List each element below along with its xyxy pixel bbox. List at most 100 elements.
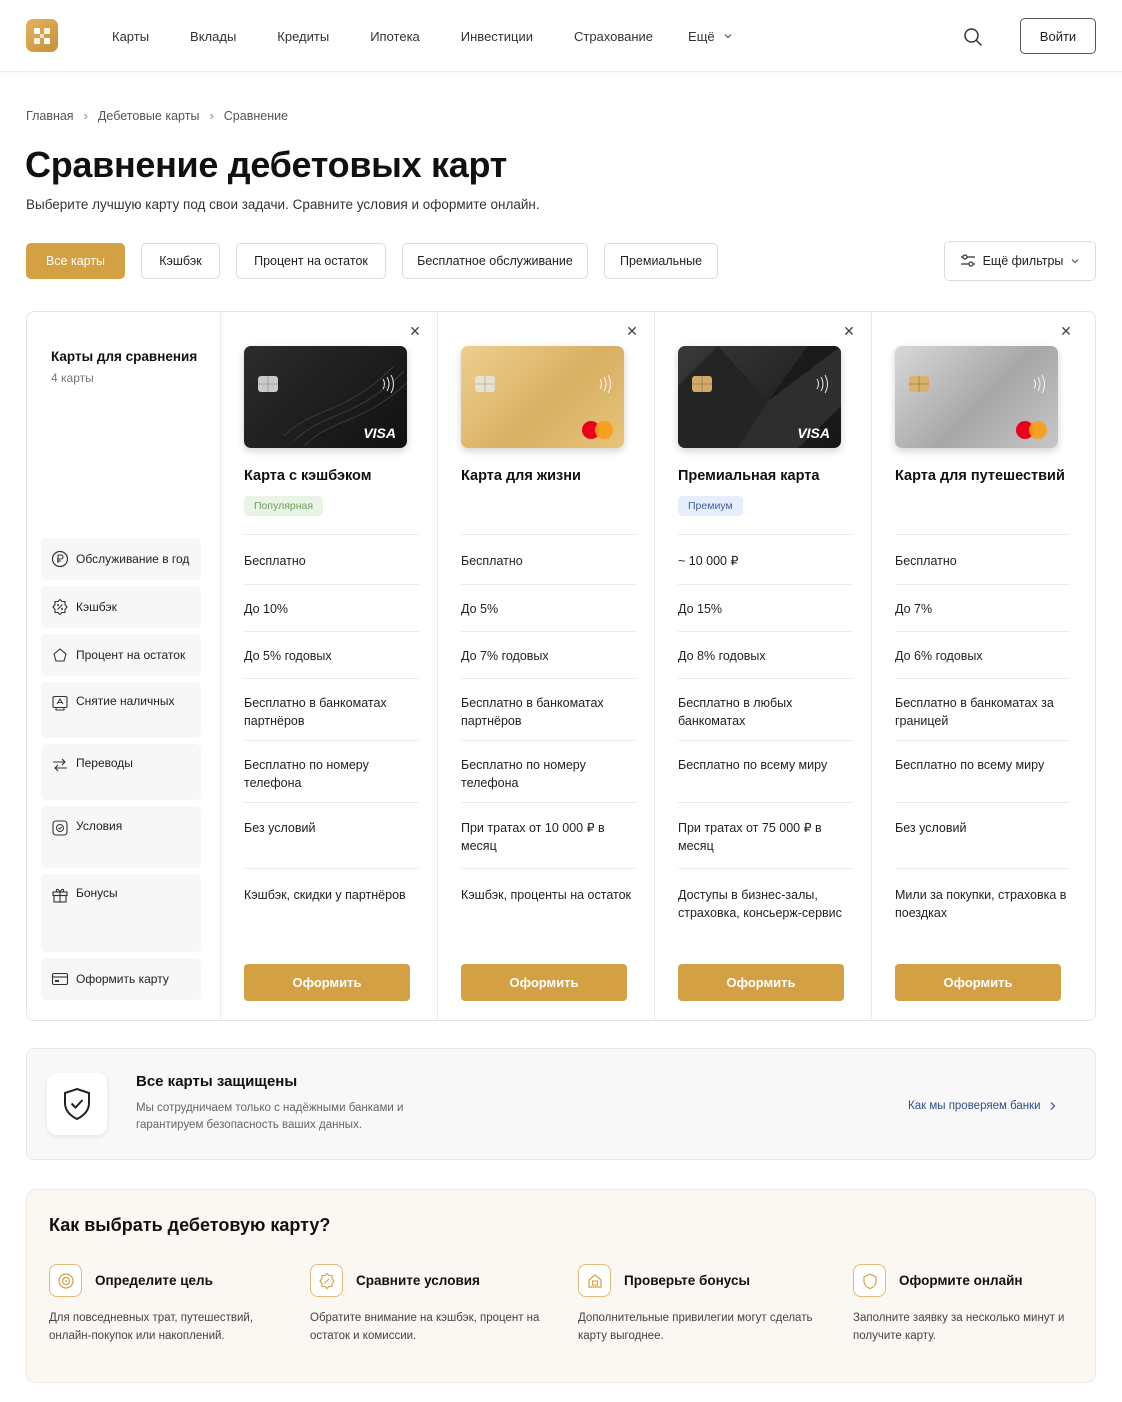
remove-card-button[interactable]: ✕ bbox=[408, 324, 422, 338]
step-title: Проверьте бонусы bbox=[624, 1273, 751, 1288]
column-divider bbox=[437, 312, 438, 1020]
card-pattern bbox=[475, 374, 613, 439]
chevron-down-icon bbox=[724, 34, 732, 39]
comparison-cell: Бесплатно по номеру телефона bbox=[461, 758, 586, 790]
step-text: Для повседневных трат, путешествий, онла… bbox=[49, 1312, 254, 1342]
nav-item-more[interactable]: Ещё bbox=[688, 29, 733, 44]
bonus-icon bbox=[578, 1264, 611, 1297]
how-to-choose-section: Как выбрать дебетовую карту? Определите … bbox=[26, 1189, 1096, 1383]
search-icon[interactable] bbox=[963, 27, 983, 47]
row-divider bbox=[678, 740, 853, 741]
filter-chip-free-service[interactable]: Бесплатное обслуживание bbox=[402, 243, 588, 279]
row-divider bbox=[461, 802, 636, 803]
comparison-cell: До 7% годовых bbox=[461, 649, 549, 663]
feature-label: Процент на остаток bbox=[76, 648, 186, 662]
comparison-cell: До 5% bbox=[461, 602, 499, 616]
visa-logo: VISA bbox=[363, 425, 396, 441]
nav-item-insurance[interactable]: Страхование bbox=[574, 29, 653, 44]
card-pattern bbox=[909, 374, 1047, 439]
nav-item-credits[interactable]: Кредиты bbox=[277, 29, 329, 44]
feature-label: Обслуживание в год bbox=[76, 552, 190, 566]
comparison-cell: Бесплатно по всему миру bbox=[895, 758, 1045, 772]
row-divider bbox=[678, 534, 853, 535]
row-divider bbox=[244, 802, 419, 803]
card-image-life bbox=[461, 346, 624, 448]
comparison-cell: Бесплатно bbox=[895, 554, 957, 568]
filter-chip-interest[interactable]: Процент на остаток bbox=[236, 243, 386, 279]
remove-card-button[interactable]: ✕ bbox=[625, 324, 639, 338]
badge-premium: Премиум bbox=[678, 496, 743, 516]
comparison-cell: Бесплатно в любых банкоматах bbox=[678, 696, 793, 728]
feature-cashback: Кэшбэк bbox=[41, 586, 201, 628]
row-divider bbox=[678, 868, 853, 869]
row-divider bbox=[895, 534, 1070, 535]
feature-label: Условия bbox=[76, 819, 123, 833]
visa-logo: VISA bbox=[797, 425, 830, 441]
nav-item-cards[interactable]: Карты bbox=[112, 29, 149, 44]
feature-conditions: Условия bbox=[41, 806, 201, 868]
main-nav: Карты Вклады Кредиты Ипотека Инвестиции … bbox=[112, 0, 733, 72]
comparison-cell: Без условий bbox=[244, 821, 316, 835]
chevron-down-icon bbox=[1071, 259, 1079, 264]
percent-icon bbox=[53, 648, 67, 662]
apply-button[interactable]: Оформить bbox=[244, 964, 410, 1001]
breadcrumb-debit-cards[interactable]: Дебетовые карты bbox=[98, 109, 200, 123]
card-image-premium: VISA bbox=[678, 346, 841, 448]
remove-card-button[interactable]: ✕ bbox=[1059, 324, 1073, 338]
feature-bonuses: Бонусы bbox=[41, 874, 201, 952]
filter-chip-all[interactable]: Все карты bbox=[26, 243, 125, 279]
comparison-count: 4 карты bbox=[51, 371, 94, 385]
apply-button[interactable]: Оформить bbox=[895, 964, 1061, 1001]
login-button[interactable]: Войти bbox=[1020, 18, 1096, 54]
logo[interactable] bbox=[26, 19, 58, 52]
row-divider bbox=[895, 868, 1070, 869]
target-icon bbox=[49, 1264, 82, 1297]
comparison-table: Карты для сравнения 4 карты Обслуживание… bbox=[26, 311, 1096, 1021]
comparison-cell: Бесплатно по номеру телефона bbox=[244, 758, 369, 790]
nav-item-deposits[interactable]: Вклады bbox=[190, 29, 236, 44]
remove-card-button[interactable]: ✕ bbox=[842, 324, 856, 338]
online-icon bbox=[853, 1264, 886, 1297]
breadcrumb-current: Сравнение bbox=[223, 108, 289, 123]
step-text: Обратите внимание на кэшбэк, процент на … bbox=[310, 1312, 540, 1342]
security-title: Все карты защищены bbox=[136, 1073, 298, 1090]
row-divider bbox=[461, 740, 636, 741]
filter-chip-premium[interactable]: Премиальные bbox=[604, 243, 718, 279]
card-pattern: VISA bbox=[678, 346, 841, 448]
row-divider bbox=[678, 584, 853, 585]
step-title: Оформите онлайн bbox=[899, 1273, 1023, 1288]
how-we-check-link[interactable]: Как мы проверяем банки bbox=[908, 1100, 1057, 1112]
top-header: Карты Вклады Кредиты Ипотека Инвестиции … bbox=[0, 0, 1122, 72]
more-filters-button[interactable]: Ещё фильтры bbox=[944, 241, 1096, 281]
nav-more-label: Ещё bbox=[688, 28, 715, 44]
step-title: Сравните условия bbox=[356, 1273, 480, 1288]
comparison-cell: Доступы в бизнес-залы, страховка, консье… bbox=[678, 888, 842, 920]
comparison-cell: Кэшбэк, проценты на остаток bbox=[461, 888, 632, 902]
card-name: Карта для путешествий bbox=[895, 468, 1065, 484]
ruble-icon bbox=[51, 550, 69, 568]
apply-button[interactable]: Оформить bbox=[678, 964, 844, 1001]
nav-item-investments[interactable]: Инвестиции bbox=[461, 29, 533, 44]
feature-annual-fee: Обслуживание в год bbox=[41, 538, 201, 580]
comparison-cell: До 7% bbox=[895, 602, 933, 616]
security-text: Мы сотрудничаем только с надёжными банка… bbox=[136, 1102, 404, 1131]
apply-button[interactable]: Оформить bbox=[461, 964, 627, 1001]
card-name: Карта с кэшбэком bbox=[244, 468, 372, 484]
feature-label: Оформить карту bbox=[76, 972, 169, 986]
filter-chip-cashback[interactable]: Кэшбэк bbox=[141, 243, 220, 279]
comparison-cell: Бесплатно в банкоматах партнёров bbox=[244, 696, 387, 728]
logo-icon bbox=[34, 27, 50, 44]
feature-apply: Оформить карту bbox=[41, 958, 201, 1000]
row-divider bbox=[895, 631, 1070, 632]
comparison-cell: При тратах от 10 000 ₽ в месяц bbox=[461, 821, 605, 853]
column-divider bbox=[220, 312, 221, 1020]
row-divider bbox=[895, 802, 1070, 803]
nav-item-mortgage[interactable]: Ипотека bbox=[370, 29, 420, 44]
step-title: Определите цель bbox=[95, 1273, 213, 1288]
breadcrumb-home[interactable]: Главная bbox=[26, 109, 74, 123]
compare-icon bbox=[310, 1264, 343, 1297]
chevron-right-icon: › bbox=[83, 108, 88, 123]
page-title: Сравнение дебетовых карт bbox=[25, 144, 508, 185]
row-divider bbox=[244, 868, 419, 869]
feature-label: Снятие наличных bbox=[76, 694, 175, 708]
